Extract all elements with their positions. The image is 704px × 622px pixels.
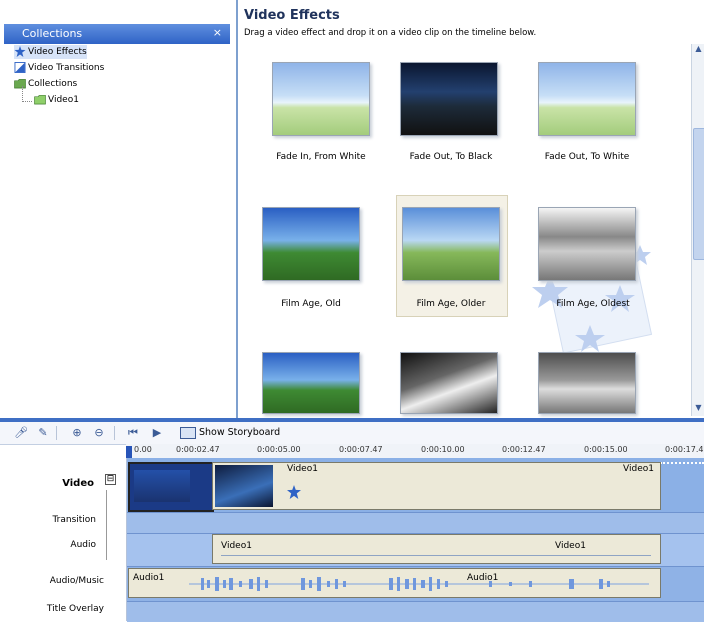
music-clip[interactable]: Audio1 Audio1	[128, 568, 661, 598]
collections-title: Collections	[22, 27, 83, 40]
ruler-tick: 0:00:02.47	[176, 445, 220, 454]
toolbar-divider	[114, 426, 115, 440]
effect-thumbnail	[262, 207, 360, 281]
tree-item-label: Video Transitions	[28, 63, 105, 73]
tree-item-video-transitions[interactable]: Video Transitions	[14, 61, 104, 75]
effect-label: Fade Out, To Black	[409, 152, 493, 162]
effect-label: Film Age, Old	[281, 299, 341, 309]
clip-label: Video1	[555, 541, 586, 551]
clip-thumbnail	[134, 470, 190, 502]
audio-clip[interactable]: Video1 Video1	[212, 534, 661, 564]
play-icon[interactable]: ▶	[150, 426, 164, 440]
transition-icon	[14, 62, 26, 73]
collections-header: Collections ×	[4, 24, 230, 44]
tree-connector	[106, 490, 108, 560]
zoom-in-icon[interactable]: ⊕	[70, 426, 84, 440]
tree-item-label: Video Effects	[28, 47, 87, 57]
audio-waveform	[189, 577, 649, 591]
clip-thumbnail	[215, 465, 273, 507]
clip-label: Video1	[287, 464, 318, 474]
ruler-tick: 0:00:07.47	[339, 445, 383, 454]
clip-label: Video1	[623, 464, 654, 474]
scroll-up-icon[interactable]: ▲	[692, 44, 704, 57]
effect-fade-in-from-white[interactable]: Fade In, From White	[256, 50, 386, 180]
effect-label: Film Age, Oldest	[556, 299, 630, 309]
track-label-audio: Audio	[70, 540, 96, 550]
effect-thumbnail	[400, 62, 498, 136]
scroll-thumb[interactable]	[693, 128, 704, 260]
tools-icon[interactable]: ✎	[36, 426, 50, 440]
transition-track[interactable]	[127, 512, 704, 533]
track-label-title-overlay: Title Overlay	[46, 604, 104, 614]
effect-label: Fade Out, To White	[544, 152, 630, 162]
ruler-tick: 0.00	[134, 445, 152, 454]
star-icon	[14, 46, 26, 57]
title-overlay-track[interactable]	[127, 601, 704, 622]
effect-fade-out-to-black[interactable]: Fade Out, To Black	[386, 50, 516, 180]
track-label-transition: Transition	[52, 515, 96, 525]
track-end-marker	[660, 462, 704, 464]
clip-label: Audio1	[133, 573, 165, 583]
ruler-tick: 0:00:15.00	[584, 445, 628, 454]
video-clip[interactable]: Video1 Video1	[212, 462, 661, 510]
show-storyboard-label: Show Storyboard	[199, 427, 281, 438]
effect-thumbnail[interactable]	[538, 352, 636, 414]
timeline-ruler[interactable]: 0.00 0:00:02.47 0:00:05.00 0:00:07.47 0:…	[126, 444, 704, 459]
effect-thumbnail	[538, 207, 636, 281]
effect-thumbnail	[402, 207, 500, 281]
show-storyboard-button[interactable]: Show Storyboard	[180, 425, 280, 441]
tree-item-label: Collections	[28, 79, 78, 89]
folder-icon	[14, 79, 26, 89]
tree-item-video-effects[interactable]: Video Effects	[14, 45, 87, 59]
track-label-video: Video	[62, 478, 94, 489]
track-labels: Video ⊟ Transition Audio Audio/Music Tit…	[0, 458, 127, 621]
vertical-scrollbar[interactable]: ▲ ▼	[691, 44, 704, 416]
ruler-tick: 0:00:10.00	[421, 445, 465, 454]
tree-connector	[22, 101, 32, 103]
page-subtitle: Drag a video effect and drop it on a vid…	[244, 28, 537, 38]
track-label-audio-music: Audio/Music	[49, 576, 104, 586]
effect-star-icon	[287, 485, 301, 499]
rewind-icon[interactable]: ⏮	[126, 426, 140, 440]
scroll-down-icon[interactable]: ▼	[692, 403, 704, 416]
effect-thumbnail[interactable]	[262, 352, 360, 414]
timeline-toolbar: 🎤︎ ✎ ⊕ ⊖ ⏮ ▶ Show Storyboard	[0, 422, 704, 445]
effect-thumbnail[interactable]	[400, 352, 498, 414]
microphone-icon[interactable]: 🎤︎	[14, 426, 28, 440]
ruler-tick: 0:00:12.47	[502, 445, 546, 454]
audio-level-line	[221, 555, 651, 556]
page-title: Video Effects	[244, 8, 340, 23]
effect-fade-out-to-white[interactable]: Fade Out, To White	[522, 50, 652, 180]
ruler-tick: 0:00:17.4	[665, 445, 704, 454]
effect-thumbnail	[538, 62, 636, 136]
storyboard-icon	[180, 426, 196, 439]
clip-label: Video1	[221, 541, 252, 551]
folder-icon	[34, 95, 46, 105]
tree-item-label: Video1	[48, 95, 79, 105]
effect-film-age-old[interactable]: Film Age, Old	[246, 195, 376, 325]
toolbar-divider	[56, 426, 57, 440]
effect-thumbnail	[272, 62, 370, 136]
video-clip-selected[interactable]	[128, 462, 214, 512]
tree-connector	[22, 86, 24, 102]
collapse-toggle-icon[interactable]: ⊟	[105, 474, 116, 485]
effect-film-age-older[interactable]: Film Age, Older	[386, 195, 516, 325]
playhead[interactable]	[126, 446, 132, 458]
zoom-out-icon[interactable]: ⊖	[92, 426, 106, 440]
effect-film-age-oldest[interactable]: Film Age, Oldest	[522, 195, 652, 325]
tree-item-video1[interactable]: Video1	[34, 93, 79, 107]
ruler-tick: 0:00:05.00	[257, 445, 301, 454]
close-icon[interactable]: ×	[213, 26, 222, 39]
effect-label: Film Age, Older	[416, 299, 486, 309]
effect-label: Fade In, From White	[276, 152, 366, 162]
